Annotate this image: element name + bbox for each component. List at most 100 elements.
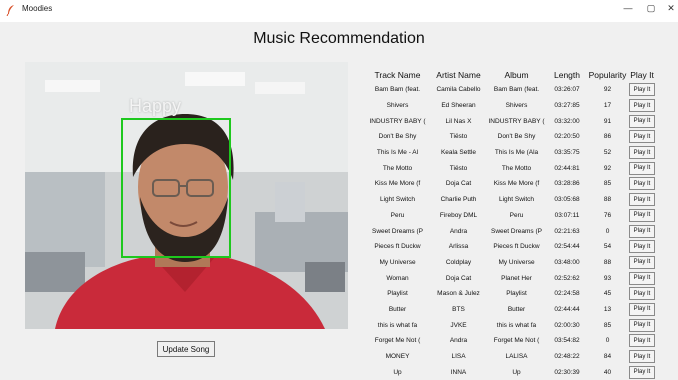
play-it-button[interactable]: Play It [629,114,655,128]
header-album: Album [504,70,529,80]
table-row: Up INNA Up 02:30:39 40 Play It [364,364,656,380]
webcam-feed: Happy [25,62,348,329]
play-it-button[interactable]: Play It [629,130,655,144]
artist-name-cell: LISA [451,353,466,361]
play-cell: Play It [628,318,656,332]
play-it-button[interactable]: Play It [629,334,655,348]
album-cell: INDUSTRY BABY ( [488,117,545,125]
table-row: Butter BTS Butter 02:44:44 13 Play It [364,302,656,318]
table-row: Light Switch Charlie Puth Light Switch 03:0… [364,192,656,208]
length-cell: 03:54:82 [554,337,580,345]
popularity-cell: 86 [603,133,612,141]
play-it-button[interactable]: Play It [629,302,655,316]
play-cell: Play It [628,193,656,207]
artist-name-cell: Charlie Puth [440,196,477,204]
track-name-cell: The Motto [382,164,413,172]
track-name-cell: Playlist [387,290,408,298]
artist-name-cell: JVKE [450,321,467,329]
length-cell: 02:48:22 [554,353,580,361]
length-cell: 03:05:68 [554,196,580,204]
length-cell: 03:28:86 [554,180,580,188]
table-row: INDUSTRY BABY ( Lil Nas X INDUSTRY BABY ( 0… [364,113,656,129]
table-row: this is what fa JVKE this is what fa 02:00:… [364,317,656,333]
play-it-button[interactable]: Play It [629,271,655,285]
album-cell: Pieces ft Duckw [493,243,540,251]
play-it-button[interactable]: Play It [629,83,655,97]
play-it-button[interactable]: Play It [629,287,655,301]
artist-name-cell: Lil Nas X [445,117,472,125]
album-cell: My Universe [498,258,535,266]
length-cell: 02:44:44 [554,305,580,313]
play-it-button[interactable]: Play It [629,99,655,113]
track-name-cell: This Is Me - Al [376,149,419,157]
table-row: The Motto Tiësto The Motto 02:44:81 92 Play I… [364,160,656,176]
play-it-button[interactable]: Play It [629,208,655,222]
popularity-cell: 88 [603,258,612,266]
length-cell: 02:24:58 [554,290,580,298]
artist-name-cell: Doja Cat [445,274,472,282]
play-it-button[interactable]: Play It [629,146,655,160]
artist-name-cell: INNA [450,368,467,376]
popularity-cell: 13 [603,305,612,313]
length-cell: 03:48:00 [554,258,580,266]
play-cell: Play It [628,146,656,160]
play-it-button[interactable]: Play It [629,318,655,332]
table-header: Track Name Artist Name Album Length Popu… [364,68,656,82]
header-length: Length [554,70,580,80]
album-cell: Kiss Me More (f [493,180,540,188]
album-cell: Don't Be Shy [497,133,536,141]
track-name-cell: Pieces ft Duckw [374,243,421,251]
popularity-cell: 52 [603,149,612,157]
length-cell: 02:00:30 [554,321,580,329]
popularity-cell: 85 [603,180,612,188]
table-row: Bam Bam (feat. Camila Cabello Bam Bam (fea… [364,82,656,98]
track-name-cell: Woman [386,274,409,282]
length-cell: 02:20:50 [554,133,580,141]
artist-name-cell: Arlissa [448,243,469,251]
play-cell: Play It [628,255,656,269]
play-it-button[interactable]: Play It [629,255,655,269]
popularity-cell: 88 [603,196,612,204]
play-it-button[interactable]: Play It [629,350,655,364]
play-cell: Play It [628,83,656,97]
popularity-cell: 84 [603,353,612,361]
play-cell: Play It [628,208,656,222]
track-name-cell: MONEY [385,353,410,361]
minimize-button[interactable]: — [621,3,635,13]
track-name-cell: this is what fa [377,321,418,329]
table-row: Playlist Mason & Julez Playlist 02:24:58 45 P… [364,286,656,302]
play-cell: Play It [628,365,656,379]
play-it-button[interactable]: Play It [629,240,655,254]
table-row: Woman Doja Cat Planet Her 02:52:62 93 Play It [364,270,656,286]
artist-name-cell: Doja Cat [445,180,472,188]
popularity-cell: 85 [603,321,612,329]
table-row: Shivers Ed Sheeran Shivers 03:27:85 17 Play I… [364,98,656,114]
play-cell: Play It [628,271,656,285]
artist-name-cell: Fireboy DML [439,211,478,219]
play-it-button[interactable]: Play It [629,177,655,191]
play-it-button[interactable]: Play It [629,161,655,175]
artist-name-cell: Coldplay [445,258,472,266]
artist-name-cell: Andra [449,227,468,235]
album-cell: LALISA [505,353,528,361]
length-cell: 03:27:85 [554,102,580,110]
length-cell: 02:30:39 [554,368,580,376]
maximize-button[interactable]: ▢ [644,3,658,14]
header-artist-name: Artist Name [436,70,481,80]
length-cell: 03:32:00 [554,117,580,125]
track-name-cell: INDUSTRY BABY ( [369,117,426,125]
play-cell: Play It [628,287,656,301]
play-it-button[interactable]: Play It [629,193,655,207]
play-it-button[interactable]: Play It [629,224,655,238]
play-cell: Play It [628,114,656,128]
recommendation-table: Track Name Artist Name Album Length Popu… [364,68,656,380]
play-it-button[interactable]: Play It [629,365,655,379]
update-song-button[interactable]: Update Song [157,341,215,357]
close-button[interactable]: ✕ [664,3,678,14]
length-cell: 02:44:81 [554,164,580,172]
track-name-cell: Up [393,368,402,376]
artist-name-cell: Mason & Julez [437,290,480,298]
header-popularity: Popularity [588,70,627,80]
artist-name-cell: Camila Cabello [436,86,481,94]
track-name-cell: Forget Me Not ( [374,337,421,345]
